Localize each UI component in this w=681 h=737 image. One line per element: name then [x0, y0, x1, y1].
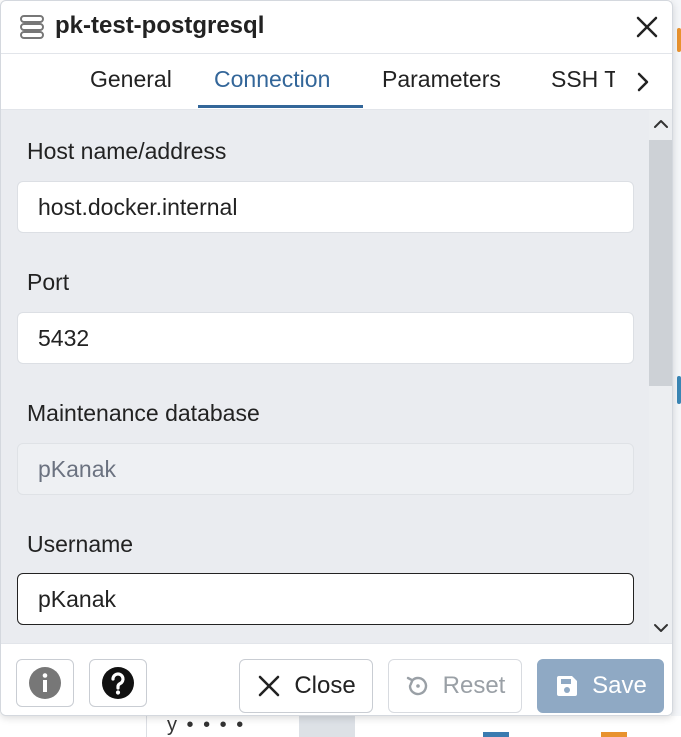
close-icon: [259, 675, 280, 697]
help-button[interactable]: [89, 659, 147, 707]
background-indicator: [601, 732, 627, 737]
reset-button[interactable]: Reset: [388, 659, 522, 713]
reset-icon: [406, 676, 427, 696]
close-icon[interactable]: [633, 13, 661, 41]
info-button[interactable]: [16, 659, 74, 707]
save-icon: [557, 676, 578, 696]
help-icon: [102, 667, 134, 699]
maintenance-db-input: pKanak: [17, 443, 634, 495]
username-input[interactable]: pKanak: [17, 573, 634, 625]
background-accent-strip: [677, 376, 681, 404]
content-scrollbar[interactable]: [649, 110, 672, 643]
background-accent-strip: [677, 28, 681, 52]
tab-ssh-tunnel-clip: SSH Tunnel: [551, 54, 615, 108]
info-icon: [29, 667, 61, 699]
connection-form: Host name/address host.docker.internal P…: [1, 110, 649, 643]
username-label: Username: [27, 531, 134, 557]
maintenance-db-label: Maintenance database: [27, 400, 260, 426]
port-input[interactable]: 5432: [17, 312, 634, 364]
chevron-down-icon[interactable]: [652, 619, 670, 637]
tab-ssh-tunnel[interactable]: SSH Tunnel: [551, 66, 615, 93]
background-indicator: [483, 732, 509, 737]
chevron-right-icon[interactable]: [629, 68, 657, 96]
background-text: y • • • •: [167, 714, 246, 736]
server-icon: [20, 15, 44, 39]
server-properties-dialog: pk-test-postgresql General Connection Pa…: [0, 0, 673, 716]
close-button[interactable]: Close: [239, 659, 373, 713]
dialog-title: pk-test-postgresql: [55, 12, 265, 39]
chevron-up-icon[interactable]: [652, 115, 670, 133]
tab-parameters[interactable]: Parameters: [382, 66, 501, 93]
reset-button-label: Reset: [442, 672, 506, 699]
dialog-footer: Close Reset Save: [1, 643, 672, 715]
background-app-footer: y • • • •: [146, 714, 681, 737]
tab-connection[interactable]: Connection: [214, 66, 330, 93]
port-label: Port: [27, 269, 70, 295]
save-button[interactable]: Save: [537, 659, 664, 713]
host-input[interactable]: host.docker.internal: [17, 181, 634, 233]
close-button-label: Close: [294, 672, 356, 699]
tab-bar: General Connection Parameters SSH Tunnel: [1, 54, 672, 110]
save-button-label: Save: [592, 672, 647, 699]
tab-general[interactable]: General: [90, 66, 172, 93]
host-label: Host name/address: [27, 138, 227, 164]
background-block: [299, 716, 355, 737]
dialog-titlebar[interactable]: pk-test-postgresql: [1, 1, 672, 54]
active-tab-indicator: [198, 105, 363, 108]
scrollbar-thumb[interactable]: [649, 140, 672, 386]
